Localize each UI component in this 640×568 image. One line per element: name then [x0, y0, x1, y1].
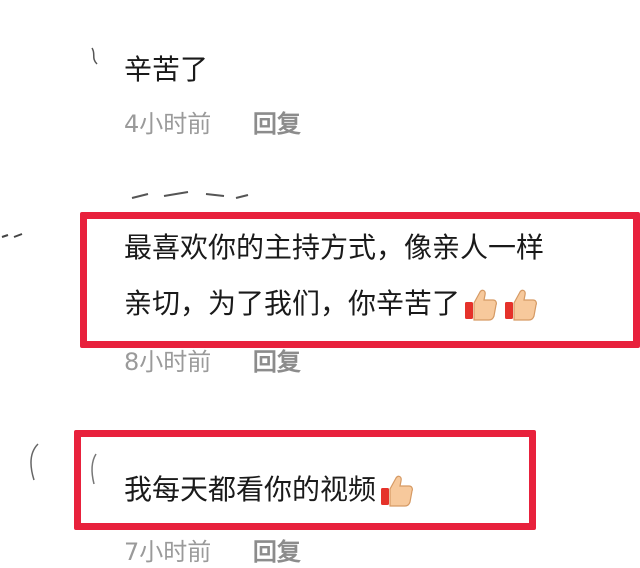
avatar-fragment — [88, 46, 102, 70]
comment-text-line2-content: 亲切，为了我们，你辛苦了 — [124, 287, 461, 320]
comment-text: 我每天都看你的视频 — [124, 466, 416, 514]
comment-meta: 4小时前 回复 — [124, 108, 301, 140]
comment-text-line1: 最喜欢你的主持方式，像亲人一样 — [124, 231, 545, 264]
avatar-fragment — [26, 442, 42, 486]
avatar-fragment — [0, 228, 30, 247]
comment-meta: 7小时前 回复 — [124, 536, 301, 568]
comment-time: 7小时前 — [124, 538, 212, 566]
reply-button[interactable]: 回复 — [253, 536, 301, 568]
reply-button[interactable]: 回复 — [253, 108, 301, 140]
comment-text-line2: 亲切，为了我们，你辛苦了 — [124, 280, 540, 328]
thumbs-up-icon — [462, 286, 500, 324]
thumbs-up-icon — [378, 472, 416, 510]
comment-text: 辛苦了 — [124, 53, 209, 86]
comment-meta: 8小时前 回复 — [124, 346, 301, 378]
comment-time: 4小时前 — [124, 110, 212, 138]
reply-button[interactable]: 回复 — [253, 346, 301, 378]
comment-text-content: 我每天都看你的视频 — [124, 473, 377, 506]
thumbs-up-icon — [502, 286, 540, 324]
username-fragment — [128, 186, 258, 206]
comment-time: 8小时前 — [124, 348, 212, 376]
